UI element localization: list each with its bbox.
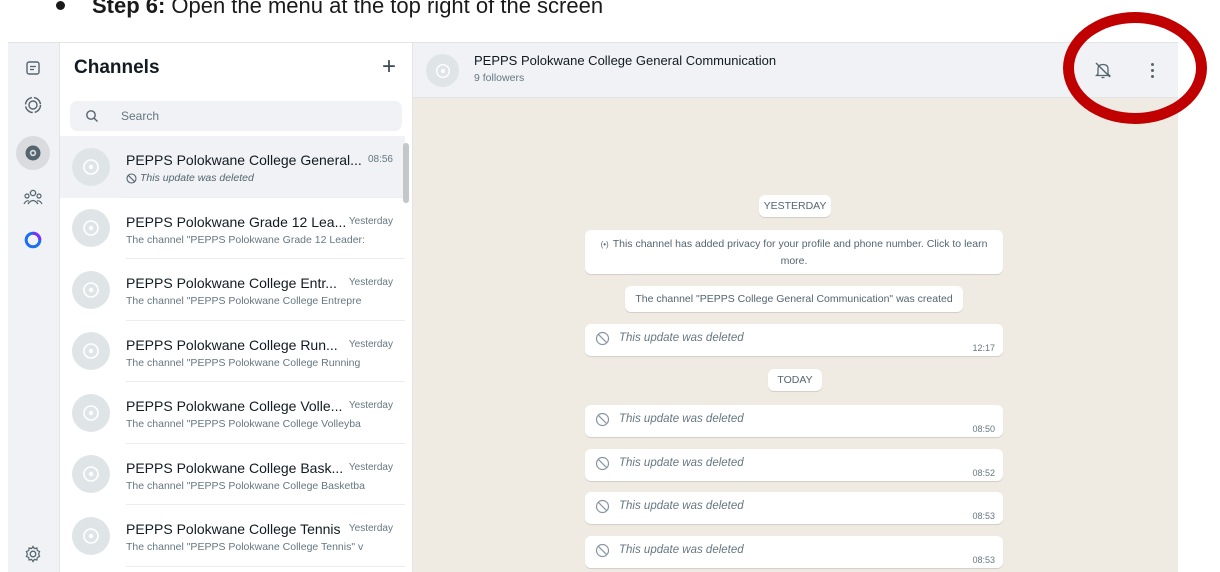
settings-icon[interactable] — [24, 545, 42, 568]
channel-preview: The channel "PEPPS Polokwane College Vol… — [126, 418, 361, 430]
channel-name: PEPPS Polokwane Grade 12 Lea... — [126, 213, 347, 230]
channel-name: PEPPS Polokwane College Volle... — [126, 398, 343, 414]
instruction-step: Step 6: — [92, 0, 166, 18]
message-text: This update was deleted — [619, 332, 744, 344]
deleted-icon — [595, 543, 610, 558]
channel-time: Yesterday — [348, 523, 393, 534]
channel-avatar-icon — [72, 270, 110, 309]
channel-item[interactable]: PEPPS Polokwane College Entr... Yesterda… — [60, 259, 405, 321]
panel-title: Channels — [74, 57, 160, 78]
message-text: This update was deleted — [619, 544, 744, 556]
channel-time: Yesterday — [348, 338, 393, 350]
channel-item[interactable]: PEPPS Polokwane College Bask... Yesterda… — [60, 444, 405, 505]
whatsapp-window: Channels + PEPPS Polokwane College Gener… — [8, 42, 1178, 572]
message-bubble[interactable]: This update was deleted 12:17 — [585, 324, 1003, 356]
communities-icon[interactable] — [16, 180, 50, 214]
deleted-icon — [126, 172, 137, 184]
channel-preview: This update was deleted — [126, 172, 391, 184]
channel-created-notice: The channel "PEPPS College General Commu… — [625, 286, 963, 312]
add-channel-button[interactable]: + — [378, 55, 400, 79]
channel-item[interactable]: PEPPS Polokwane Grade 12 Lea... Yesterda… — [60, 198, 405, 259]
channel-avatar-icon — [72, 516, 110, 555]
channel-avatar-icon — [72, 332, 110, 371]
search-box[interactable] — [70, 101, 402, 131]
search-input[interactable] — [121, 109, 371, 123]
channel-item[interactable]: PEPPS Polokwane College General... 08:56… — [60, 136, 405, 198]
message-time: 08:53 — [972, 555, 995, 565]
message-time: 08:50 — [972, 424, 995, 434]
channel-name: PEPPS Polokwane College General... — [126, 152, 362, 168]
channel-preview-text: This update was deleted — [140, 172, 254, 184]
channel-preview: The channel "PEPPS Polokwane College Ten… — [126, 541, 364, 553]
channel-name: PEPPS Polokwane College Entr... — [126, 275, 337, 291]
meta-ai-icon[interactable] — [16, 223, 50, 257]
conversation-pane: PEPPS Polokwane College General Communic… — [413, 43, 1178, 572]
channel-name: PEPPS Polokwane College Tennis — [126, 521, 341, 537]
channels-icon[interactable] — [16, 136, 50, 170]
channel-preview: The channel "PEPPS Polokwane College Ent… — [126, 295, 362, 307]
deleted-icon — [595, 499, 610, 514]
channel-avatar-icon — [72, 393, 110, 432]
instruction-text: Open the menu at the top right of the sc… — [171, 0, 604, 18]
message-text: This update was deleted — [619, 500, 744, 512]
channel-item[interactable]: PEPPS Polokwane College Tennis Yesterday… — [60, 505, 405, 567]
follower-count: 9 followers — [474, 72, 525, 84]
message-bubble[interactable]: This update was deleted 08:52 — [585, 449, 1003, 481]
channel-preview: The channel "PEPPS Polokwane Grade 12 Le… — [126, 233, 365, 246]
conversation-title: PEPPS Polokwane College General Communic… — [474, 53, 777, 68]
channel-time: Yesterday — [348, 400, 393, 411]
deleted-icon — [595, 412, 610, 427]
channel-time: Yesterday — [348, 215, 393, 227]
channel-item[interactable]: PEPPS Polokwane College Volle... Yesterd… — [60, 382, 405, 444]
date-divider: TODAY — [768, 369, 822, 391]
channel-avatar-icon — [426, 54, 459, 87]
highlight-ring — [1063, 12, 1207, 124]
channel-name: PEPPS Polokwane College Bask... — [126, 459, 344, 476]
nav-rail — [8, 43, 60, 572]
channel-avatar-icon — [72, 455, 110, 494]
deleted-icon — [595, 331, 610, 346]
channel-preview: The channel "PEPPS Polokwane College Run… — [126, 356, 361, 369]
message-text: This update was deleted — [619, 413, 744, 425]
date-divider: YESTERDAY — [759, 195, 831, 217]
channel-time: Yesterday — [348, 461, 393, 473]
message-bubble[interactable]: This update was deleted 08:53 — [585, 536, 1003, 568]
channels-panel: Channels + PEPPS Polokwane College Gener… — [60, 43, 413, 572]
channel-item[interactable]: PEPPS Polokwane College Run... Yesterday… — [60, 321, 405, 382]
message-time: 08:52 — [972, 468, 995, 478]
channel-avatar-icon — [72, 209, 110, 248]
bullet — [56, 1, 65, 10]
search-icon — [86, 110, 98, 122]
channel-name: PEPPS Polokwane College Run... — [126, 336, 338, 353]
message-text: This update was deleted — [619, 457, 744, 469]
channel-preview: The channel "PEPPS Polokwane College Bas… — [126, 479, 365, 492]
tutorial-screenshot: Step 6: Open the menu at the top right o… — [0, 0, 1220, 572]
status-icon[interactable] — [16, 88, 50, 122]
message-bubble[interactable]: This update was deleted 08:53 — [585, 492, 1003, 524]
channel-time: Yesterday — [348, 277, 393, 288]
list-scrollbar[interactable] — [403, 143, 409, 203]
message-time: 08:53 — [972, 511, 995, 521]
channel-avatar-icon — [72, 147, 110, 186]
instruction-line: Step 6: Open the menu at the top right o… — [56, 0, 604, 21]
channel-list: PEPPS Polokwane College General... 08:56… — [60, 136, 405, 567]
message-time: 12:17 — [972, 343, 995, 353]
chats-icon[interactable] — [16, 51, 50, 85]
channel-time: 08:56 — [367, 154, 393, 165]
deleted-icon — [595, 456, 610, 471]
privacy-notice-text: This channel has added privacy for your … — [612, 237, 988, 267]
message-bubble[interactable]: This update was deleted 08:50 — [585, 405, 1003, 437]
privacy-icon: (•) — [600, 239, 609, 249]
privacy-notice[interactable]: (•) This channel has added privacy for yo… — [585, 230, 1003, 274]
